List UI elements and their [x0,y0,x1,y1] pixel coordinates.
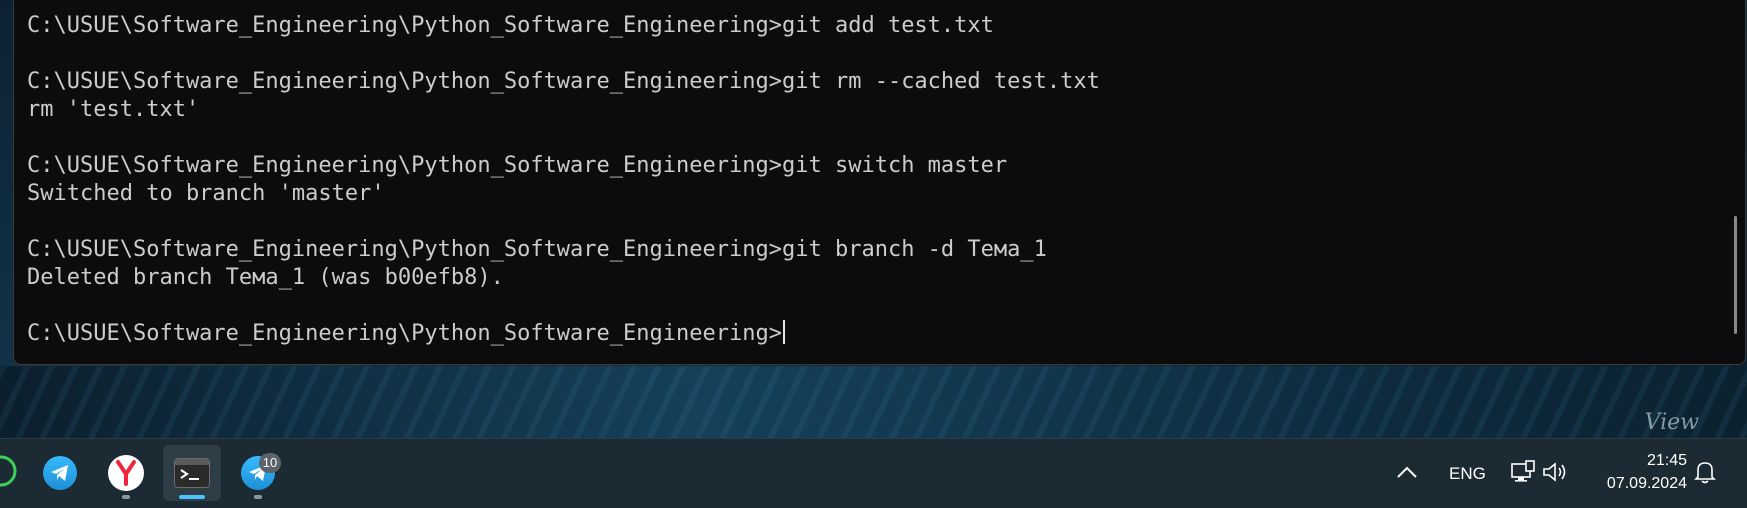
terminal-command: git branch -d Тема_1 [781,237,1047,262]
whatsapp-icon [0,454,18,492]
clock-date: 07.09.2024 [1606,475,1687,492]
terminal-output-line: rm 'test.txt' [27,97,200,122]
terminal-prompt: C:\USUE\Software_Engineering\Python_Soft… [27,13,782,38]
notifications-button[interactable] [1694,439,1716,508]
taskbar-app-yandex-browser[interactable] [97,445,155,501]
show-hidden-icons-button[interactable] [1396,439,1418,508]
terminal-scrollbar[interactable] [1734,216,1737,334]
text-cursor [782,320,785,344]
app-active-indicator [179,495,205,499]
clock[interactable]: 21:45 07.09.2024 [1607,449,1687,495]
terminal-command: git switch master [781,153,1008,178]
network-icon [1510,459,1536,489]
terminal-command-line: C:\USUE\Software_Engineering\Python_Soft… [27,236,1100,264]
desktop-wallpaper [0,366,1747,438]
terminal-icon [174,458,210,488]
taskbar-app-telegram[interactable] [31,445,89,501]
terminal-command-line: C:\USUE\Software_Engineering\Python_Soft… [27,68,1100,96]
taskbar-app-telegram-2[interactable]: 10 [229,445,287,501]
terminal-command-line: C:\USUE\Software_Engineering\Python_Soft… [27,152,1100,180]
whatsapp-app-partial[interactable] [0,445,30,501]
terminal-prompt: C:\USUE\Software_Engineering\Python_Soft… [27,237,782,262]
terminal-window[interactable]: C:\USUE\Software_Engineering\Python_Soft… [13,0,1746,365]
network-volume-button[interactable] [1510,439,1570,508]
terminal-output-line: Deleted branch Тема_1 (was b00efb8). [27,265,504,290]
volume-icon [1542,460,1570,488]
terminal-output[interactable]: C:\USUE\Software_Engineering\Python_Soft… [27,12,1100,348]
terminal-command-line: C:\USUE\Software_Engineering\Python_Soft… [27,320,1100,348]
terminal-command: git rm --cached test.txt [781,69,1100,94]
unread-count-badge: 10 [259,453,281,473]
app-running-indicator [254,495,262,499]
app-running-indicator [122,495,130,499]
terminal-command: git add test.txt [781,13,994,38]
terminal-prompt: C:\USUE\Software_Engineering\Python_Soft… [27,69,782,94]
chevron-up-icon [1396,464,1418,483]
wallpaper-watermark: View [1644,410,1699,435]
clock-time: 21:45 [1646,452,1687,469]
yandex-browser-icon [108,455,144,491]
terminal-command-line: C:\USUE\Software_Engineering\Python_Soft… [27,12,1100,40]
taskbar-app-terminal[interactable] [163,445,221,501]
telegram-icon [43,456,77,490]
terminal-output-line: Switched to branch 'master' [27,181,385,206]
terminal-prompt: C:\USUE\Software_Engineering\Python_Soft… [27,153,782,178]
terminal-prompt: C:\USUE\Software_Engineering\Python_Soft… [27,321,782,346]
bell-icon [1694,460,1716,488]
taskbar: 10 ENG 21:45 07.09.2024 [0,438,1747,508]
input-language-indicator[interactable]: ENG [1449,439,1486,508]
language-label: ENG [1449,463,1486,483]
